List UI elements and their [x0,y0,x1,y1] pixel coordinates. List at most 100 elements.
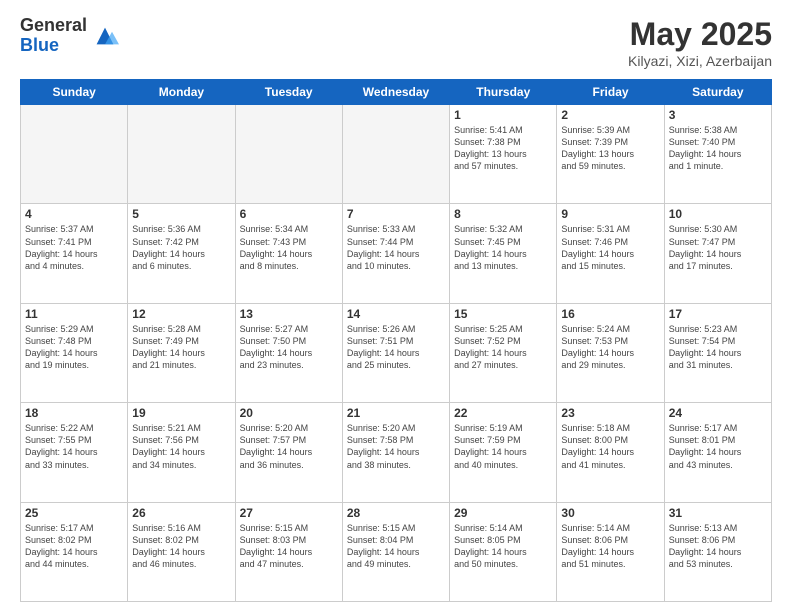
table-row: 6 Sunrise: 5:34 AM Sunset: 7:43 PM Daylig… [235,204,342,303]
day-number: 22 [454,406,552,420]
table-row: 22 Sunrise: 5:19 AM Sunset: 7:59 PM Dayli… [450,403,557,502]
day-info: Sunrise: 5:29 AM Sunset: 7:48 PM Dayligh… [25,323,123,372]
table-row: 15 Sunrise: 5:25 AM Sunset: 7:52 PM Dayli… [450,303,557,402]
table-row: 16Sunrise: 5:24 AM Sunset: 7:53 PM Dayli… [557,303,664,402]
calendar-table: Sunday Monday Tuesday Wednesday Thursday… [20,79,772,602]
day-number: 1 [454,108,552,122]
day-info: Sunrise: 5:34 AM Sunset: 7:43 PM Dayligh… [240,223,338,272]
th-saturday: Saturday [664,80,771,105]
day-info: Sunrise: 5:27 AM Sunset: 7:50 PM Dayligh… [240,323,338,372]
day-info: Sunrise: 5:23 AM Sunset: 7:54 PM Dayligh… [669,323,767,372]
table-row: 21 Sunrise: 5:20 AM Sunset: 7:58 PM Dayli… [342,403,449,502]
logo-general: General [20,16,87,36]
day-info: Sunrise: 5:21 AM Sunset: 7:56 PM Dayligh… [132,422,230,471]
table-row: 5 Sunrise: 5:36 AM Sunset: 7:42 PM Daylig… [128,204,235,303]
day-info: Sunrise: 5:25 AM Sunset: 7:52 PM Dayligh… [454,323,552,372]
day-number: 5 [132,207,230,221]
table-row [342,105,449,204]
day-number: 16 [561,307,659,321]
day-info: Sunrise: 5:36 AM Sunset: 7:42 PM Dayligh… [132,223,230,272]
day-number: 31 [669,506,767,520]
table-row [235,105,342,204]
logo-blue: Blue [20,36,87,56]
day-number: 14 [347,307,445,321]
table-row: 2 Sunrise: 5:39 AM Sunset: 7:39 PM Daylig… [557,105,664,204]
header: General Blue May 2025 Kilyazi, Xizi, Aze… [20,16,772,69]
location: Kilyazi, Xizi, Azerbaijan [628,53,772,69]
day-number: 8 [454,207,552,221]
day-number: 24 [669,406,767,420]
day-number: 27 [240,506,338,520]
table-row: 18Sunrise: 5:22 AM Sunset: 7:55 PM Dayli… [21,403,128,502]
logo-text: General Blue [20,16,87,56]
day-info: Sunrise: 5:19 AM Sunset: 7:59 PM Dayligh… [454,422,552,471]
th-monday: Monday [128,80,235,105]
logo-icon [91,22,119,50]
table-row: 27Sunrise: 5:15 AM Sunset: 8:03 PM Dayli… [235,502,342,601]
day-info: Sunrise: 5:20 AM Sunset: 7:58 PM Dayligh… [347,422,445,471]
table-row: 11 Sunrise: 5:29 AM Sunset: 7:48 PM Dayli… [21,303,128,402]
day-number: 26 [132,506,230,520]
table-row: 19 Sunrise: 5:21 AM Sunset: 7:56 PM Dayli… [128,403,235,502]
day-info: Sunrise: 5:16 AM Sunset: 8:02 PM Dayligh… [132,522,230,571]
day-number: 19 [132,406,230,420]
day-number: 23 [561,406,659,420]
day-info: Sunrise: 5:33 AM Sunset: 7:44 PM Dayligh… [347,223,445,272]
day-number: 17 [669,307,767,321]
day-info: Sunrise: 5:14 AM Sunset: 8:06 PM Dayligh… [561,522,659,571]
day-number: 7 [347,207,445,221]
calendar-week-5: 25Sunrise: 5:17 AM Sunset: 8:02 PM Dayli… [21,502,772,601]
table-row: 28 Sunrise: 5:15 AM Sunset: 8:04 PM Dayli… [342,502,449,601]
table-row: 25Sunrise: 5:17 AM Sunset: 8:02 PM Dayli… [21,502,128,601]
table-row: 13 Sunrise: 5:27 AM Sunset: 7:50 PM Dayli… [235,303,342,402]
day-info: Sunrise: 5:26 AM Sunset: 7:51 PM Dayligh… [347,323,445,372]
day-number: 6 [240,207,338,221]
day-number: 20 [240,406,338,420]
table-row: 9Sunrise: 5:31 AM Sunset: 7:46 PM Daylig… [557,204,664,303]
th-friday: Friday [557,80,664,105]
day-number: 21 [347,406,445,420]
day-info: Sunrise: 5:20 AM Sunset: 7:57 PM Dayligh… [240,422,338,471]
day-info: Sunrise: 5:32 AM Sunset: 7:45 PM Dayligh… [454,223,552,272]
day-info: Sunrise: 5:18 AM Sunset: 8:00 PM Dayligh… [561,422,659,471]
calendar-header-row: Sunday Monday Tuesday Wednesday Thursday… [21,80,772,105]
day-number: 15 [454,307,552,321]
th-sunday: Sunday [21,80,128,105]
day-number: 10 [669,207,767,221]
table-row: 4Sunrise: 5:37 AM Sunset: 7:41 PM Daylig… [21,204,128,303]
day-number: 30 [561,506,659,520]
table-row: 24 Sunrise: 5:17 AM Sunset: 8:01 PM Dayli… [664,403,771,502]
day-info: Sunrise: 5:14 AM Sunset: 8:05 PM Dayligh… [454,522,552,571]
calendar-week-1: 1 Sunrise: 5:41 AM Sunset: 7:38 PM Daylig… [21,105,772,204]
table-row [128,105,235,204]
day-number: 2 [561,108,659,122]
table-row: 10 Sunrise: 5:30 AM Sunset: 7:47 PM Dayli… [664,204,771,303]
table-row: 8 Sunrise: 5:32 AM Sunset: 7:45 PM Daylig… [450,204,557,303]
day-info: Sunrise: 5:17 AM Sunset: 8:01 PM Dayligh… [669,422,767,471]
day-info: Sunrise: 5:13 AM Sunset: 8:06 PM Dayligh… [669,522,767,571]
calendar-week-4: 18Sunrise: 5:22 AM Sunset: 7:55 PM Dayli… [21,403,772,502]
day-info: Sunrise: 5:15 AM Sunset: 8:04 PM Dayligh… [347,522,445,571]
table-row [21,105,128,204]
day-number: 28 [347,506,445,520]
table-row: 23 Sunrise: 5:18 AM Sunset: 8:00 PM Dayli… [557,403,664,502]
day-info: Sunrise: 5:28 AM Sunset: 7:49 PM Dayligh… [132,323,230,372]
day-info: Sunrise: 5:39 AM Sunset: 7:39 PM Dayligh… [561,124,659,173]
day-number: 13 [240,307,338,321]
table-row: 31 Sunrise: 5:13 AM Sunset: 8:06 PM Dayli… [664,502,771,601]
table-row: 30 Sunrise: 5:14 AM Sunset: 8:06 PM Dayli… [557,502,664,601]
month-title: May 2025 [628,16,772,53]
day-info: Sunrise: 5:41 AM Sunset: 7:38 PM Dayligh… [454,124,552,173]
day-info: Sunrise: 5:17 AM Sunset: 8:02 PM Dayligh… [25,522,123,571]
day-number: 11 [25,307,123,321]
day-info: Sunrise: 5:22 AM Sunset: 7:55 PM Dayligh… [25,422,123,471]
th-tuesday: Tuesday [235,80,342,105]
page: General Blue May 2025 Kilyazi, Xizi, Aze… [0,0,792,612]
table-row: 12 Sunrise: 5:28 AM Sunset: 7:49 PM Dayli… [128,303,235,402]
day-info: Sunrise: 5:30 AM Sunset: 7:47 PM Dayligh… [669,223,767,272]
table-row: 7 Sunrise: 5:33 AM Sunset: 7:44 PM Daylig… [342,204,449,303]
day-number: 9 [561,207,659,221]
table-row: 20 Sunrise: 5:20 AM Sunset: 7:57 PM Dayli… [235,403,342,502]
table-row: 29Sunrise: 5:14 AM Sunset: 8:05 PM Dayli… [450,502,557,601]
day-number: 12 [132,307,230,321]
